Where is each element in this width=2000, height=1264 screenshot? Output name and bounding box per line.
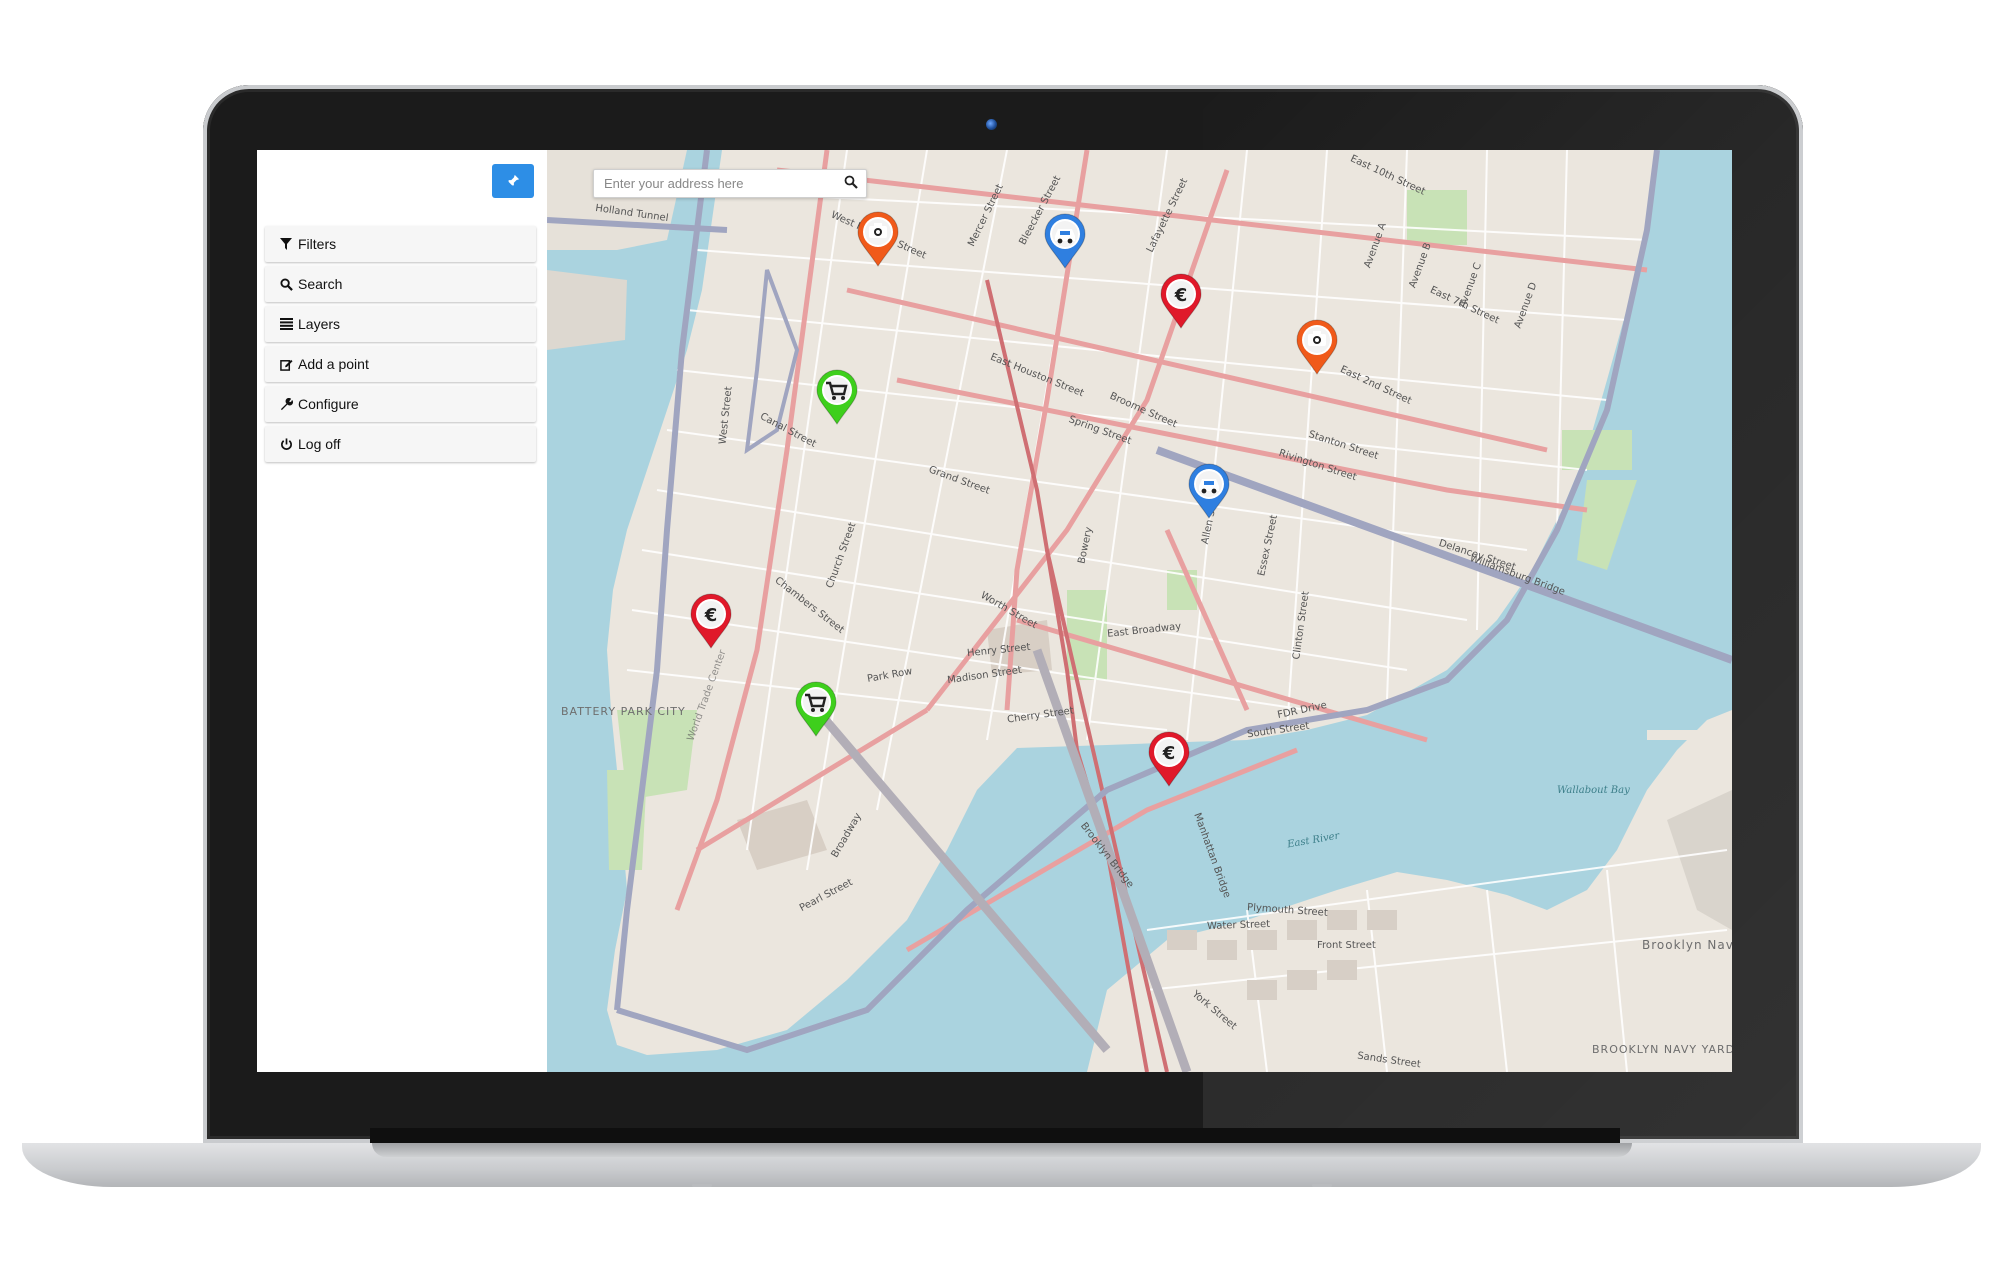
euro-icon: € <box>690 593 732 649</box>
car-icon <box>1188 463 1230 519</box>
svg-text:€: € <box>704 605 718 626</box>
svg-text:€: € <box>1162 743 1176 764</box>
map-marker-car[interactable] <box>1187 462 1231 520</box>
search-icon[interactable] <box>844 175 862 193</box>
filter-icon <box>279 237 293 251</box>
map-marker-car[interactable] <box>1043 212 1087 270</box>
edit-icon <box>279 357 293 371</box>
laptop-hinge <box>370 1128 1620 1144</box>
sidebar: Filters Search Layers Add a point Config… <box>257 150 547 1072</box>
laptop-notch <box>372 1143 1632 1157</box>
euro-icon: € <box>1148 731 1190 787</box>
cart-icon <box>795 681 837 737</box>
webcam <box>986 119 997 130</box>
sidebar-item-label: Add a point <box>298 356 369 372</box>
map-marker-shop[interactable] <box>815 368 859 426</box>
map-marker-shop[interactable] <box>794 680 838 738</box>
map-label: BATTERY PARK CITY <box>561 705 686 718</box>
list-icon <box>279 317 293 331</box>
map-marker-photo[interactable] <box>1295 318 1339 376</box>
sidebar-item-layers[interactable]: Layers <box>265 306 536 342</box>
search-icon <box>279 277 293 291</box>
sidebar-item-label: Configure <box>298 396 359 412</box>
laptop-foot <box>692 1184 712 1187</box>
camera-icon <box>1296 319 1338 375</box>
svg-text:€: € <box>1174 285 1188 306</box>
cart-icon <box>816 369 858 425</box>
map-label: BROOKLYN NAVY YARD <box>1592 1043 1732 1056</box>
sidebar-item-configure[interactable]: Configure <box>265 386 536 422</box>
map-marker-money[interactable]: € <box>1159 272 1203 330</box>
map-label: Water Street <box>1206 918 1271 933</box>
euro-icon: € <box>1160 273 1202 329</box>
camera-icon <box>857 211 899 267</box>
car-icon <box>1044 213 1086 269</box>
map-marker-money[interactable]: € <box>689 592 733 650</box>
map-label: Brooklyn Navy Yard <box>1642 938 1732 952</box>
wrench-icon <box>279 397 293 411</box>
map-marker-photo[interactable] <box>856 210 900 268</box>
laptop-foot <box>1312 1184 1332 1187</box>
pin-sidebar-button[interactable] <box>492 164 534 198</box>
sidebar-item-log-off[interactable]: Log off <box>265 426 536 462</box>
app-screen: Filters Search Layers Add a point Config… <box>257 150 1732 1072</box>
laptop-base <box>22 1143 1981 1187</box>
sidebar-menu: Filters Search Layers Add a point Config… <box>265 226 536 466</box>
pin-icon <box>506 174 520 188</box>
sidebar-item-label: Layers <box>298 316 341 332</box>
sidebar-item-filters[interactable]: Filters <box>265 226 536 262</box>
power-icon <box>279 437 293 451</box>
address-search-input[interactable] <box>594 170 854 197</box>
map-label: Front Street <box>1317 940 1376 951</box>
map-view[interactable]: Holland Tunnel BATTERY PARK CITY World T… <box>547 150 1732 1072</box>
map-label: Wallabout Bay <box>1557 785 1630 796</box>
sidebar-item-search[interactable]: Search <box>265 266 536 302</box>
map-marker-money[interactable]: € <box>1147 730 1191 788</box>
sidebar-item-label: Log off <box>298 436 341 452</box>
sidebar-item-label: Filters <box>298 236 337 252</box>
address-search <box>593 169 867 198</box>
sidebar-item-label: Search <box>298 276 343 292</box>
sidebar-item-add-point[interactable]: Add a point <box>265 346 536 382</box>
